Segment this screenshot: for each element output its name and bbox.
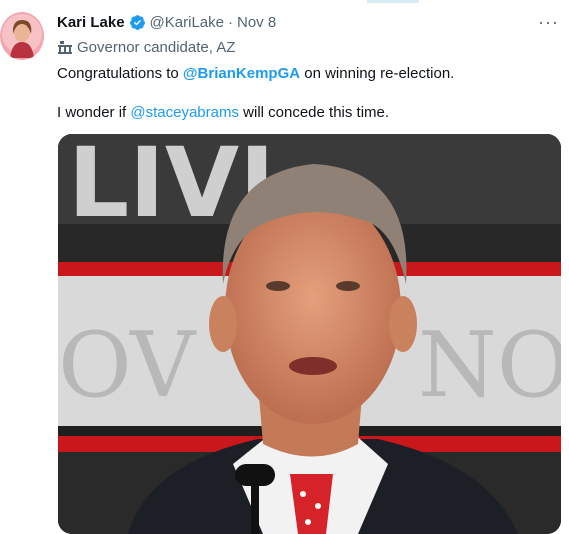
backdrop-letters-bottom: OV — [58, 313, 197, 418]
avatar[interactable] — [0, 12, 44, 60]
more-options-icon[interactable]: ··· — [538, 11, 559, 33]
verified-badge-icon — [129, 14, 145, 30]
government-building-icon — [58, 41, 72, 54]
backdrop-letters-right: NO — [418, 313, 561, 418]
text-segment: will concede this time. — [238, 104, 390, 121]
affiliation-label: Governor candidate, AZ — [77, 38, 236, 56]
handle[interactable]: @KariLake — [150, 14, 224, 31]
mention-staceyabrams[interactable]: @staceyabrams — [130, 104, 239, 121]
display-name[interactable]: Kari Lake — [57, 14, 125, 31]
tweet[interactable]: Kari Lake @KariLake · Nov 8 ··· Governor… — [0, 0, 569, 534]
tweet-date[interactable]: Nov 8 — [237, 14, 276, 31]
tweet-header: Kari Lake @KariLake · Nov 8 — [57, 11, 569, 33]
tweet-text-line-1: Congratulations to @BrianKempGA on winni… — [57, 64, 454, 84]
tweet-photo[interactable]: LIVI OV NO — [58, 134, 561, 534]
separator-dot: · — [227, 13, 233, 31]
affiliation-row: Governor candidate, AZ — [57, 36, 569, 58]
text-segment: Congratulations to — [57, 65, 183, 82]
text-segment: I wonder if — [57, 104, 131, 121]
tweet-text-line-2: I wonder if @staceyabrams will concede t… — [57, 103, 389, 123]
tweet-body: Kari Lake @KariLake · Nov 8 ··· Governor… — [57, 11, 569, 121]
mention-briankempga[interactable]: @BrianKempGA — [183, 65, 300, 82]
text-segment: on winning re-election. — [300, 65, 455, 82]
